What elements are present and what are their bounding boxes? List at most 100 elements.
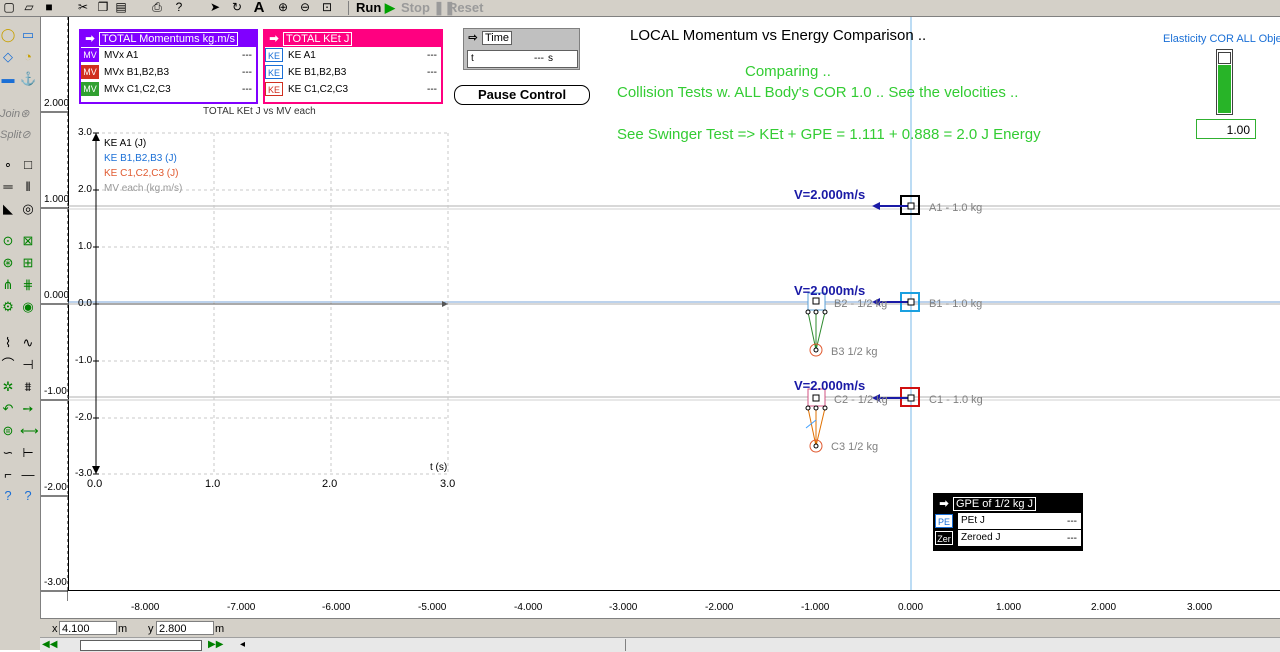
- meter-arrow-icon: ➡: [85, 33, 95, 45]
- momentum-meter[interactable]: ➡ TOTAL Momentums kg.m/s MV MVx A1 --- MV MV…: [79, 29, 258, 104]
- time-meter[interactable]: ⇨ Time t --- s: [463, 28, 580, 70]
- meter-value: ---: [1067, 516, 1077, 527]
- meter-label: MVx B1,B2,B3: [104, 67, 170, 78]
- graph-y-arrow-up: [92, 133, 100, 141]
- body-label-c2: C2 - 1/2 kg: [834, 394, 888, 406]
- scroll-left-icon[interactable]: ◂: [240, 639, 245, 650]
- gpe-meter[interactable]: ➡ GPE of 1/2 kg J PE PEt J --- Zer Zeroed J-…: [933, 493, 1083, 551]
- hruler-tick: -6.000: [322, 602, 351, 613]
- meter-label: PEt J: [958, 513, 1081, 529]
- body-label-c1: C1 - 1.0 kg: [929, 394, 983, 406]
- meter-label: KE C1,C2,C3: [288, 84, 349, 95]
- status-bar: x 4.100 m y 2.800 m ◀◀ ▶▶ ◂: [40, 618, 1280, 652]
- graph-y-tick: -1.0: [75, 355, 93, 366]
- velocity-label-c: V=2.000m/s: [794, 378, 866, 393]
- meter-arrow-icon: ➡: [269, 33, 279, 45]
- meter-row: Zer Zeroed J ---: [935, 530, 1081, 547]
- meter-tag: MV: [81, 82, 99, 96]
- x-coord-field[interactable]: 4.100: [59, 621, 117, 635]
- meter-value: ---: [427, 50, 437, 61]
- meter-label: MVx C1,C2,C3: [104, 84, 171, 95]
- hruler-tick: -7.000: [227, 602, 256, 613]
- page-title: LOCAL Momentum vs Energy Comparison ..: [630, 27, 927, 44]
- meter-row: KE KE C1,C2,C3 ---: [265, 81, 441, 98]
- hruler-tick: 2.000: [1091, 602, 1117, 613]
- graph-x-tick: 1.0: [205, 478, 221, 490]
- graph-x-tick: 2.0: [322, 478, 338, 490]
- meter-value: ---: [242, 50, 252, 61]
- playback-track[interactable]: [80, 640, 202, 651]
- hruler-tick: 0.000: [898, 602, 924, 613]
- time-meter-field: t --- s: [467, 50, 578, 68]
- hruler-tick: -5.000: [418, 602, 447, 613]
- meter-label: MVx A1: [104, 50, 139, 61]
- time-meter-title: Time: [482, 31, 513, 45]
- meter-label: KE B1,B2,B3: [288, 67, 347, 78]
- graph-caption: TOTAL KEt J vs MV each: [203, 106, 316, 117]
- hruler-tick: -8.000: [131, 602, 160, 613]
- meter-row: MV MVx C1,C2,C3 ---: [81, 81, 256, 98]
- ke-meter-title: TOTAL KEt J: [283, 32, 353, 46]
- gpe-meter-title: GPE of 1/2 kg J: [953, 497, 1037, 511]
- velocity-label-a: V=2.000m/s: [794, 187, 866, 202]
- meter-arrow-icon: ➡: [939, 498, 949, 510]
- elasticity-slider-fill: [1218, 65, 1231, 113]
- graph-y-arrow-down: [92, 466, 100, 474]
- ke-meter-header: ➡ TOTAL KEt J: [265, 31, 441, 47]
- meter-label: Zeroed J: [958, 530, 1081, 546]
- scrollbar-divider: [625, 639, 626, 651]
- graph-y-tick: 1.0: [78, 241, 92, 252]
- graph-legend: KE A1 (J) KE B1,B2,B3 (J) KE C1,C2,C3 (J…: [104, 136, 182, 196]
- step-forward-icon[interactable]: ▶▶: [208, 639, 223, 650]
- legend-ke-c: KE C1,C2,C3 (J): [104, 168, 179, 179]
- meter-tag: Zer: [935, 531, 953, 545]
- meter-value: ---: [427, 67, 437, 78]
- graph-y-tick: 2.0: [78, 184, 92, 195]
- elasticity-slider-thumb[interactable]: [1218, 52, 1231, 64]
- body-label-b3: B3 1/2 kg: [831, 346, 878, 358]
- y-unit-label: m: [215, 623, 225, 635]
- hruler-tick: 3.000: [1187, 602, 1213, 613]
- meter-row: MV MVx A1 ---: [81, 47, 256, 64]
- y-coord-field[interactable]: 2.800: [156, 621, 214, 635]
- subtitle-line-2: Collision Tests w. ALL Body's COR 1.0 ..…: [617, 84, 1019, 101]
- legend-ke-b: KE B1,B2,B3 (J): [104, 153, 177, 164]
- pause-control-button[interactable]: Pause Control: [454, 85, 590, 105]
- body-label-c3: C3 1/2 kg: [831, 441, 879, 453]
- x-coord-label: x: [52, 623, 58, 635]
- meter-arrow-icon: ⇨: [468, 32, 478, 44]
- graph-y-tick: -2.0: [75, 412, 93, 423]
- subtitle-line-3: See Swinger Test => KEt + GPE = 1.111 + …: [617, 126, 1041, 143]
- hruler-tick: 1.000: [996, 602, 1022, 613]
- body-label-a1: A1 - 1.0 kg: [929, 202, 983, 214]
- horizontal-ruler: -8.000 -7.000 -6.000 -5.000 -4.000 -3.00…: [68, 590, 1280, 618]
- ke-meter[interactable]: ➡ TOTAL KEt J KE KE A1 --- KE KE B1,B2,B3 ---…: [263, 29, 443, 104]
- graph-x-label: t (s): [430, 462, 448, 473]
- meter-tag: KE: [265, 65, 283, 79]
- meter-tag: MV: [81, 48, 99, 62]
- hruler-tick: -1.000: [801, 602, 830, 613]
- meter-value: ---: [1067, 533, 1077, 544]
- time-value: ---: [534, 53, 544, 64]
- meter-label: KE A1: [288, 50, 316, 61]
- hruler-tick: -3.000: [609, 602, 638, 613]
- rewind-icon[interactable]: ◀◀: [42, 639, 57, 650]
- legend-mv-each: MV each (kg.m/s): [104, 183, 183, 194]
- body-label-b2: B2 - 1/2 kg: [834, 298, 888, 310]
- momentum-meter-title: TOTAL Momentums kg.m/s: [99, 32, 239, 46]
- meter-value: ---: [242, 67, 252, 78]
- legend-ke-a1: KE A1 (J): [104, 138, 147, 149]
- meter-value: ---: [242, 84, 252, 95]
- elasticity-value-field[interactable]: 1.00: [1196, 119, 1256, 139]
- elasticity-slider[interactable]: [1216, 49, 1233, 115]
- velocity-label-b: V=2.000m/s: [794, 283, 866, 298]
- graph-x-tick: 0.0: [87, 478, 103, 490]
- graph-y-tick: 0.0: [78, 298, 92, 309]
- graph-y-tick: 3.0: [78, 127, 92, 138]
- meter-tag: KE: [265, 82, 283, 96]
- time-unit: s: [548, 53, 553, 64]
- meter-tag: PE: [935, 514, 953, 528]
- graph-x-tick: 3.0: [440, 478, 456, 490]
- momentum-meter-header: ➡ TOTAL Momentums kg.m/s: [81, 31, 256, 47]
- time-var: t: [471, 53, 474, 64]
